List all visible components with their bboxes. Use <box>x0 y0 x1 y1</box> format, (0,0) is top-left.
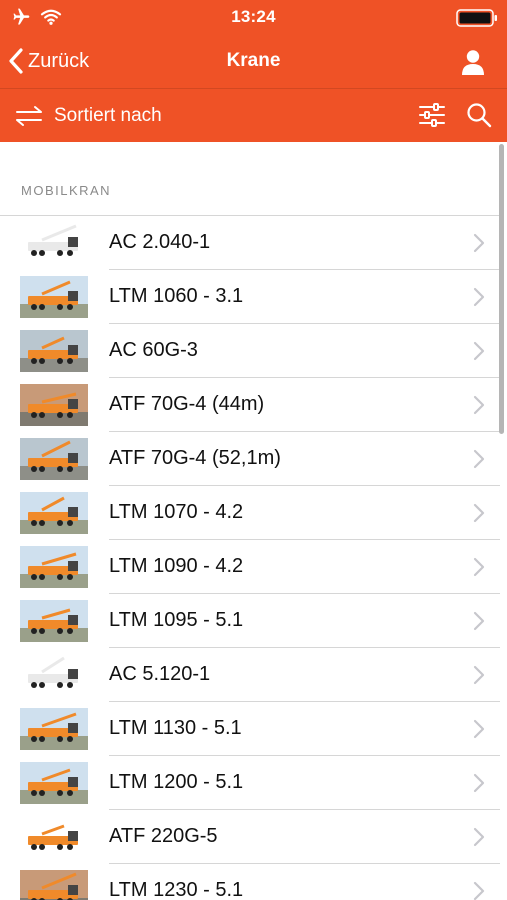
sort-button[interactable]: Sortiert nach <box>14 89 162 142</box>
list-item[interactable]: LTM 1200 - 5.1 <box>0 756 500 810</box>
crane-thumbnail <box>20 330 88 372</box>
list-item[interactable]: LTM 1070 - 4.2 <box>0 486 500 540</box>
sort-toolbar: Sortiert nach <box>0 89 507 142</box>
crane-thumbnail <box>20 816 88 858</box>
crane-name: LTM 1230 - 5.1 <box>109 879 244 900</box>
status-bar: 13:24 <box>0 0 507 34</box>
list-item[interactable]: LTM 1095 - 5.1 <box>0 594 500 648</box>
search-icon[interactable] <box>465 101 493 129</box>
chevron-right-icon <box>473 827 485 847</box>
list-item[interactable]: ATF 220G-5 <box>0 810 500 864</box>
crane-thumbnail <box>20 708 88 750</box>
sort-arrows-icon <box>16 105 42 126</box>
crane-name: LTM 1090 - 4.2 <box>109 555 244 577</box>
chevron-right-icon <box>473 341 485 361</box>
crane-name: LTM 1130 - 5.1 <box>109 717 242 739</box>
chevron-right-icon <box>473 665 485 685</box>
crane-name: LTM 1070 - 4.2 <box>109 501 244 523</box>
list-item[interactable]: ATF 70G-4 (52,1m) <box>0 432 500 486</box>
crane-name: LTM 1095 - 5.1 <box>109 609 244 631</box>
list-item[interactable]: AC 60G-3 <box>0 324 500 378</box>
chevron-right-icon <box>473 557 485 577</box>
sliders-icon[interactable] <box>418 102 446 128</box>
crane-name: ATF 70G-4 (52,1m) <box>109 447 281 469</box>
page-title: Krane <box>226 50 281 71</box>
crane-thumbnail <box>20 438 88 480</box>
chevron-right-icon <box>473 611 485 631</box>
user-icon[interactable] <box>459 48 487 76</box>
status-time: 13:24 <box>231 7 276 26</box>
crane-thumbnail <box>20 276 88 318</box>
chevron-right-icon <box>473 287 485 307</box>
chevron-right-icon <box>473 773 485 793</box>
scrollbar[interactable] <box>499 144 504 434</box>
battery-icon <box>456 9 497 27</box>
crane-thumbnail <box>20 654 88 696</box>
crane-thumbnail <box>20 762 88 804</box>
crane-name: AC 5.120-1 <box>109 663 211 685</box>
crane-thumbnail <box>20 546 88 588</box>
list-item[interactable]: ATF 70G-4 (44m) <box>0 378 500 432</box>
crane-name: ATF 220G-5 <box>109 825 218 847</box>
crane-name: AC 2.040-1 <box>109 231 211 253</box>
crane-list-view[interactable]: MOBILKRAN AC 2.040-1 LTM 1060 - 3.1 AC 6… <box>0 142 507 900</box>
nav-bar: Zurück Krane <box>0 34 507 88</box>
chevron-right-icon <box>473 719 485 739</box>
chevron-right-icon <box>473 881 485 900</box>
list-item[interactable]: AC 5.120-1 <box>0 648 500 702</box>
chevron-right-icon <box>473 395 485 415</box>
crane-name: LTM 1060 - 3.1 <box>109 285 244 307</box>
crane-thumbnail <box>20 870 88 900</box>
list-item[interactable]: LTM 1060 - 3.1 <box>0 270 500 324</box>
crane-thumbnail <box>20 222 88 264</box>
crane-name: AC 60G-3 <box>109 339 198 361</box>
crane-thumbnail <box>20 492 88 534</box>
app-header: 13:24 Zurück Krane Sortiert nach <box>0 0 507 142</box>
chevron-right-icon <box>473 449 485 469</box>
section-header: MOBILKRAN <box>21 183 112 198</box>
chevron-right-icon <box>473 503 485 523</box>
crane-thumbnail <box>20 384 88 426</box>
crane-name: LTM 1200 - 5.1 <box>109 771 244 793</box>
list-item[interactable]: LTM 1090 - 4.2 <box>0 540 500 594</box>
list-item[interactable]: AC 2.040-1 <box>0 216 500 270</box>
list-item[interactable]: LTM 1130 - 5.1 <box>0 702 500 756</box>
crane-name: ATF 70G-4 (44m) <box>109 393 265 415</box>
list-item[interactable]: LTM 1230 - 5.1 <box>0 864 500 900</box>
chevron-right-icon <box>473 233 485 253</box>
crane-thumbnail <box>20 600 88 642</box>
sort-label: Sortiert nach <box>54 104 162 126</box>
